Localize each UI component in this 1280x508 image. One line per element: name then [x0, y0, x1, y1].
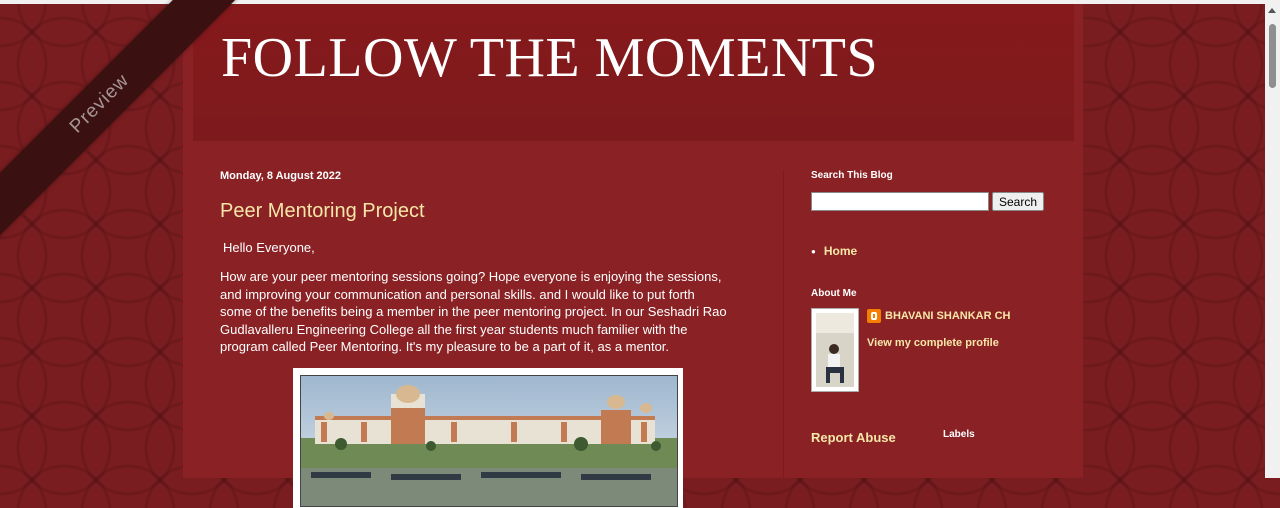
post-date: Monday, 8 August 2022 — [220, 170, 342, 182]
search-button[interactable]: Search — [992, 192, 1045, 211]
profile-photo — [816, 313, 854, 387]
post-title[interactable]: Peer Mentoring Project — [220, 200, 730, 223]
college-campus-illustration — [301, 376, 677, 506]
avatar[interactable] — [811, 308, 859, 392]
column-divider — [783, 170, 784, 480]
report-abuse-link[interactable]: Report Abuse — [811, 430, 896, 445]
labels-widget-title: Labels — [943, 429, 975, 440]
post-image-frame[interactable] — [293, 368, 683, 508]
page-link-home[interactable]: Home — [824, 244, 857, 258]
college-campus-image[interactable] — [300, 375, 678, 507]
blog-page: FOLLOW THE MOMENTS Monday, 8 August 2022… — [183, 4, 1083, 508]
search-widget-title: Search This Blog — [811, 170, 893, 181]
post-greeting: Hello Everyone, — [223, 240, 315, 255]
scroll-thumb[interactable] — [1269, 24, 1276, 88]
post-column: Monday, 8 August 2022 Peer Mentoring Pro… — [220, 170, 730, 508]
scroll-up-arrow-icon[interactable] — [1268, 8, 1276, 13]
sidebar: Search This Blog Search ● Home About Me B… — [811, 170, 1061, 445]
scrollbar[interactable] — [1265, 4, 1280, 478]
bullet-icon: ● — [811, 247, 816, 257]
blog-header: FOLLOW THE MOMENTS — [193, 4, 1074, 141]
search-form: Search — [811, 192, 1045, 211]
about-me-title: About Me — [811, 288, 857, 299]
view-profile-link[interactable]: View my complete profile — [867, 337, 999, 349]
post-body: How are your peer mentoring sessions goi… — [220, 269, 727, 354]
blogger-icon — [867, 309, 881, 323]
blog-title[interactable]: FOLLOW THE MOMENTS — [221, 26, 878, 90]
profile-name-text[interactable]: BHAVANI SHANKAR CH — [885, 310, 1010, 322]
pages-list: ● Home — [811, 244, 857, 258]
profile-name[interactable]: BHAVANI SHANKAR CH — [867, 309, 1010, 323]
search-input[interactable] — [811, 192, 989, 211]
